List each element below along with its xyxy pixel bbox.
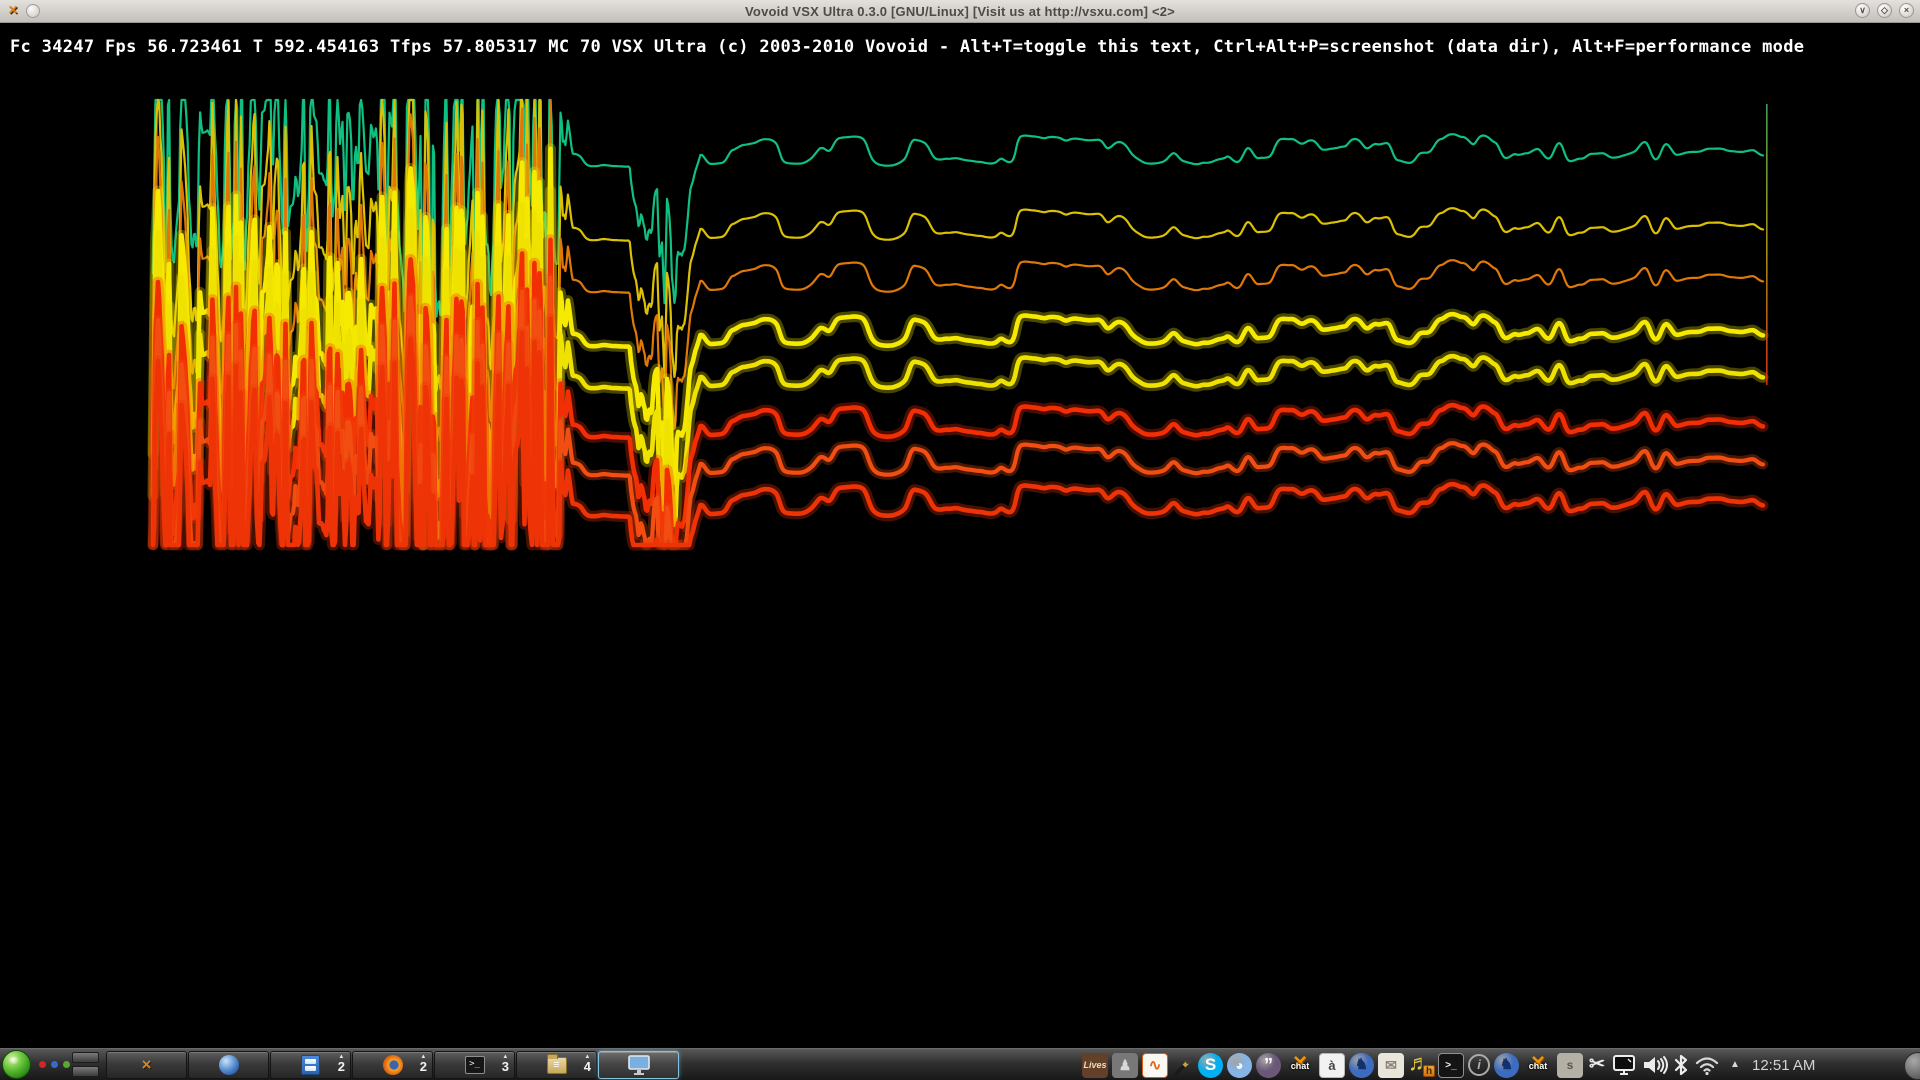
xchat-icon-2[interactable]: × chat (1523, 1052, 1553, 1079)
amarok-wolf-icon-2[interactable]: ♞ (1494, 1052, 1519, 1079)
gray-app-icon[interactable]: ♟ (1112, 1052, 1138, 1079)
pidgin-icon[interactable]: ” (1256, 1052, 1281, 1079)
skype-icon[interactable]: S (1198, 1052, 1223, 1079)
task-firefox[interactable]: ▲ 2 (352, 1051, 433, 1079)
up-arrow-icon[interactable]: ▲ (1725, 1052, 1745, 1079)
minimize-button[interactable]: ∨ (1855, 3, 1870, 18)
vsxu-app-icon: × (4, 2, 22, 20)
workspace-pager[interactable] (39, 1061, 70, 1068)
bluetooth-icon[interactable] (1673, 1052, 1689, 1079)
maximize-button[interactable]: ◇ (1877, 3, 1892, 18)
vsxu-x-icon: × (142, 1055, 152, 1075)
window-count: ▲ 2 (420, 1054, 427, 1073)
window-title: Vovoid VSX Ultra 0.3.0 [GNU/Linux] [Visi… (0, 4, 1920, 19)
edge-circle-icon[interactable] (1904, 1052, 1920, 1080)
bag-icon[interactable]: s (1557, 1052, 1583, 1079)
info-icon[interactable]: i (1468, 1052, 1490, 1079)
terminal-icon[interactable]: >_ (1438, 1052, 1464, 1079)
xchat-icon[interactable]: × chat (1285, 1052, 1315, 1079)
task-folders[interactable]: ≡ ▲ 4 (516, 1051, 597, 1079)
task-browser[interactable] (188, 1051, 269, 1079)
firefox-icon (383, 1055, 403, 1075)
window-count: ▲ 4 (584, 1054, 591, 1073)
keyboard-key-icon[interactable]: à (1319, 1052, 1345, 1079)
display-icon[interactable] (1611, 1052, 1637, 1079)
viz-marker-line (1766, 104, 1768, 385)
vsxu-visualization (0, 0, 1920, 1080)
folder-icon: ≡ (547, 1057, 567, 1074)
window-count: ▲ 3 (502, 1054, 509, 1073)
task-display[interactable] (598, 1051, 679, 1079)
task-vsxu[interactable]: × (106, 1051, 187, 1079)
globe-icon (219, 1055, 239, 1075)
pager-dot-green[interactable] (63, 1061, 70, 1068)
clock[interactable]: 12:51 AM (1749, 1057, 1818, 1074)
monitor-icon (627, 1054, 651, 1076)
window-count: ▲ 2 (338, 1054, 345, 1073)
task-list: × ▲ 2 ▲ 2>_ ▲ 3≡ ▲ 4 (106, 1051, 680, 1079)
task-terminal[interactable]: >_ ▲ 3 (434, 1051, 515, 1079)
pager-dot-red[interactable] (39, 1061, 46, 1068)
taskbar: × ▲ 2 ▲ 2>_ ▲ 3≡ ▲ 4 Lives♟∿S◕”× chatà♞✉… (0, 1048, 1920, 1080)
mail-icon[interactable]: ✉ (1378, 1052, 1404, 1079)
system-tray: Lives♟∿S◕”× chatà♞✉♬ h>_i♞× chats✂▲12:51… (1082, 1051, 1818, 1079)
scissors-icon[interactable]: ✂ (1587, 1052, 1607, 1079)
titlebar-menu-button[interactable] (26, 4, 40, 18)
audio-jack-icon[interactable] (1172, 1052, 1194, 1079)
music-note-icon[interactable]: ♬ h (1408, 1052, 1434, 1079)
terminal-icon: >_ (465, 1056, 485, 1074)
pager-dot-blue[interactable] (51, 1061, 58, 1068)
show-desktop-button[interactable] (72, 1052, 99, 1078)
file-cabinet-icon (301, 1055, 320, 1075)
waveform-meter-icon[interactable]: ∿ (1142, 1052, 1168, 1079)
volume-icon[interactable] (1641, 1052, 1669, 1079)
amarok-wolf-icon[interactable]: ♞ (1349, 1052, 1374, 1079)
window-titlebar: × Vovoid VSX Ultra 0.3.0 [GNU/Linux] [Vi… (0, 0, 1920, 23)
chromium-icon[interactable]: ◕ (1227, 1052, 1252, 1079)
vsxu-status-text: Fc 34247 Fps 56.723461 T 592.454163 Tfps… (10, 36, 1804, 58)
close-button[interactable]: × (1899, 3, 1914, 18)
lives-icon[interactable]: Lives (1082, 1052, 1108, 1079)
wifi-icon[interactable] (1693, 1052, 1721, 1079)
suse-menu-button[interactable] (2, 1050, 31, 1079)
task-files[interactable]: ▲ 2 (270, 1051, 351, 1079)
